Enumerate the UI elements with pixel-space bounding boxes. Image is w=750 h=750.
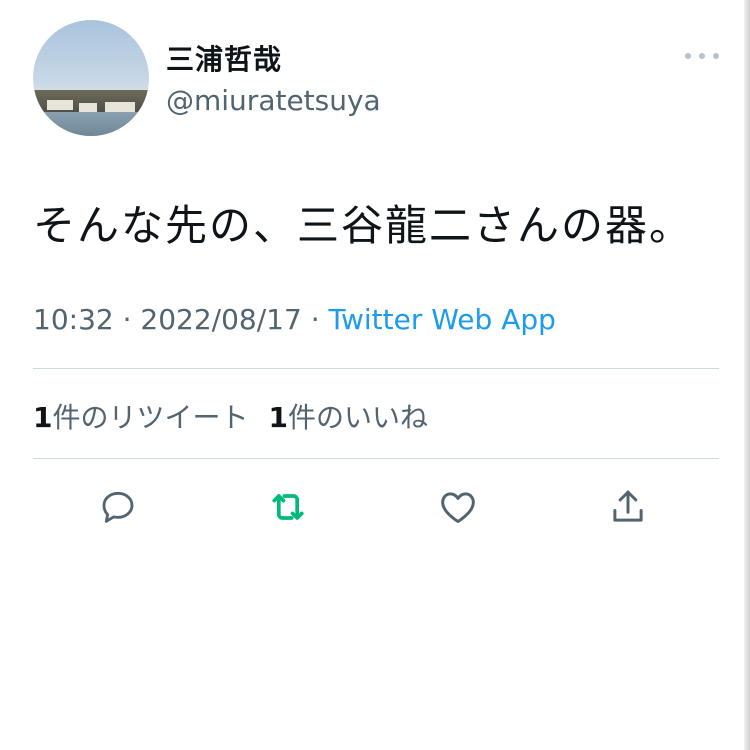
tweet-text: そんな先の、三谷龍二さんの器。 bbox=[33, 201, 694, 250]
display-name[interactable]: 三浦哲哉 bbox=[166, 38, 282, 78]
meta-separator: · bbox=[301, 303, 329, 336]
tweet-date[interactable]: 2022/08/17 bbox=[140, 303, 301, 336]
like-label: 件のいいね bbox=[287, 401, 428, 434]
tweet-header: 三浦哲哉 @miuratetsuya bbox=[33, 20, 719, 138]
retweet-label: 件のリツイート bbox=[52, 401, 249, 434]
divider bbox=[33, 458, 719, 459]
tweet-card: 三浦哲哉 @miuratetsuya そんな先の、三谷龍二さんの器。 10:32… bbox=[33, 20, 719, 524]
avatar-building bbox=[47, 100, 73, 110]
user-handle[interactable]: @miuratetsuya bbox=[166, 84, 381, 117]
divider bbox=[33, 368, 719, 369]
action-bar bbox=[33, 485, 719, 535]
avatar-building bbox=[105, 102, 135, 112]
screen-edge bbox=[744, 0, 750, 750]
avatar[interactable] bbox=[33, 20, 149, 136]
reply-icon[interactable] bbox=[96, 485, 140, 529]
retweet-icon[interactable] bbox=[266, 485, 310, 529]
retweet-count: 1 bbox=[33, 401, 53, 434]
tweet-meta: 10:32 · 2022/08/17 · Twitter Web App bbox=[33, 303, 556, 336]
like-stat[interactable]: 1件のいいね bbox=[269, 401, 429, 434]
tweet-time[interactable]: 10:32 bbox=[33, 303, 114, 336]
engagement-stats: 1件のリツイート 1件のいいね bbox=[33, 396, 428, 436]
like-count: 1 bbox=[268, 401, 288, 434]
share-icon[interactable] bbox=[606, 485, 650, 529]
more-icon[interactable] bbox=[685, 50, 719, 62]
like-icon[interactable] bbox=[436, 485, 480, 529]
meta-separator: · bbox=[113, 303, 141, 336]
avatar-water bbox=[33, 112, 149, 136]
tweet-source-link[interactable]: Twitter Web App bbox=[329, 303, 556, 336]
retweet-stat[interactable]: 1件のリツイート bbox=[33, 401, 249, 434]
